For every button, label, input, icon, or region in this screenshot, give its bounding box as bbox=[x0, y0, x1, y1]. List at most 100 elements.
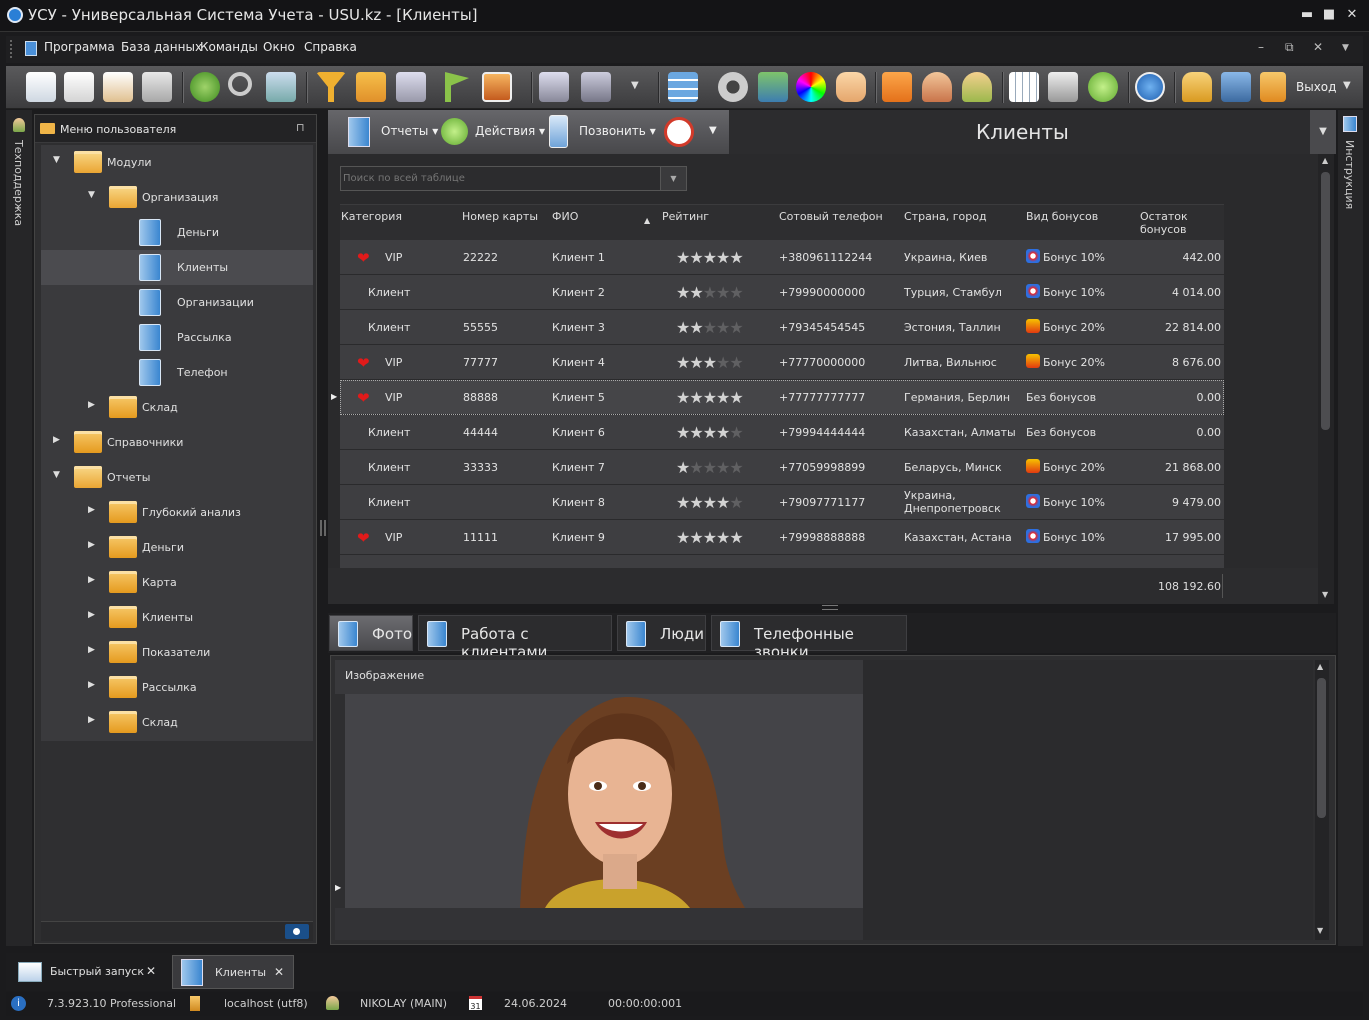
exit-icon[interactable] bbox=[1260, 72, 1286, 102]
info-icon[interactable] bbox=[1135, 72, 1165, 102]
copy-record-icon[interactable] bbox=[64, 72, 94, 102]
pin-icon[interactable]: ⊓ bbox=[296, 121, 305, 134]
table-row[interactable]: Клиент 44444 Клиент 6 ★★★★★ +79994444444 Каза… bbox=[340, 415, 1224, 450]
expand-arrow-icon[interactable]: ▶ bbox=[88, 610, 100, 620]
module-dropdown-icon[interactable]: ▼ bbox=[709, 125, 717, 136]
table-row[interactable]: ❤ VIP 77777 Клиент 4 ★★★★★ +77770000000 Литва,… bbox=[340, 345, 1224, 380]
tab-photo[interactable]: Фото bbox=[329, 615, 413, 651]
child-minimize-button[interactable]: – bbox=[1258, 40, 1264, 54]
tree-item[interactable]: ▼ Отчеты bbox=[41, 460, 313, 495]
toolbar-dropdown-icon[interactable]: ▼ bbox=[631, 80, 639, 91]
splitter-handle[interactable] bbox=[320, 520, 326, 536]
users-icon[interactable] bbox=[962, 72, 992, 102]
support-tab[interactable]: Техподдержка bbox=[12, 140, 25, 226]
edit-record-icon[interactable] bbox=[103, 72, 133, 102]
close-tab-icon[interactable]: ✕ bbox=[274, 965, 284, 979]
tree-item[interactable]: Рассылка bbox=[41, 320, 313, 355]
instruction-book-icon[interactable] bbox=[1343, 116, 1357, 132]
client-photo[interactable] bbox=[345, 694, 863, 908]
table-row[interactable]: Клиент 33333 Клиент 7 ★★★★★ +77059998899 Бела… bbox=[340, 450, 1224, 485]
plugin-icon[interactable] bbox=[1221, 72, 1251, 102]
col-rating[interactable]: Рейтинг bbox=[662, 210, 709, 223]
phone-icon[interactable] bbox=[549, 115, 568, 148]
tab-phone-calls[interactable]: Телефонные звонки bbox=[711, 615, 907, 661]
table-row[interactable]: ❤ VIP 22222 Клиент 1 ★★★★★ +380961112244 Украи… bbox=[340, 240, 1224, 275]
tree-item[interactable]: Организации bbox=[41, 285, 313, 320]
expand-arrow-icon[interactable]: ▶ bbox=[88, 680, 100, 690]
tree-item[interactable]: ▶ Справочники bbox=[41, 425, 313, 460]
calendar-grid-icon[interactable] bbox=[1009, 72, 1039, 102]
tree-item[interactable]: Телефон bbox=[41, 355, 313, 390]
expand-arrow-icon[interactable]: ▶ bbox=[88, 540, 100, 550]
table-row[interactable]: Клиент Клиент 2 ★★★★★ +79990000000 Турция, С… bbox=[340, 275, 1224, 310]
instruction-tab[interactable]: Инструкция bbox=[1343, 140, 1356, 209]
tab-quick-launch[interactable]: Быстрый запуск ✕ bbox=[12, 955, 166, 989]
table-row[interactable]: ❤ VIP 11111 Клиент 9 ★★★★★ +79998888888 Казахс… bbox=[340, 520, 1224, 555]
menu-window[interactable]: Окно bbox=[263, 40, 295, 54]
tab-client-work[interactable]: Работа с клиентами bbox=[418, 615, 612, 661]
call-button[interactable]: Позвонить ▾ bbox=[579, 124, 656, 138]
grid-layout-icon[interactable] bbox=[668, 72, 698, 102]
toolbar-overflow-icon[interactable]: ▼ bbox=[1343, 80, 1351, 91]
hand-icon[interactable] bbox=[836, 72, 866, 102]
tree-item[interactable]: ▶ Показатели bbox=[41, 635, 313, 670]
tree-item[interactable]: ▶ Деньги bbox=[41, 530, 313, 565]
collapse-arrow-icon[interactable]: ▼ bbox=[53, 155, 65, 165]
menu-database[interactable]: База данных bbox=[121, 40, 202, 54]
col-category[interactable]: Категория bbox=[341, 210, 402, 223]
photo-scrollbar[interactable]: ▲ ▼ bbox=[1315, 660, 1329, 940]
clock-icon[interactable] bbox=[664, 117, 694, 147]
color-wheel-icon[interactable] bbox=[796, 72, 826, 102]
tree-item[interactable]: ▼ Организация bbox=[41, 180, 313, 215]
table-row[interactable]: Клиент Клиент 8 ★★★★★ +79097771177 Украина, … bbox=[340, 485, 1224, 520]
tab-clients[interactable]: Клиенты ✕ bbox=[172, 955, 294, 989]
actions-arrow-icon[interactable] bbox=[441, 118, 468, 145]
table-row[interactable]: ❤ VIP 88888 Клиент 5 ★★★★★ +77777777777 Герман… bbox=[340, 380, 1224, 415]
map-icon[interactable] bbox=[758, 72, 788, 102]
actions-button[interactable]: Действия ▾ bbox=[475, 124, 545, 138]
child-restore-button[interactable]: ⧉ bbox=[1285, 40, 1294, 55]
print-icon[interactable] bbox=[1048, 72, 1078, 102]
support-user-icon[interactable] bbox=[13, 118, 25, 132]
close-tab-icon[interactable]: ✕ bbox=[146, 964, 156, 978]
child-close-button[interactable]: ✕ bbox=[1313, 40, 1323, 54]
maximize-button[interactable]: ■ bbox=[1320, 6, 1338, 24]
collapse-arrow-icon[interactable]: ▼ bbox=[53, 470, 65, 480]
scroll-thumb[interactable] bbox=[1321, 172, 1330, 430]
tree-item[interactable]: ▶ Рассылка bbox=[41, 670, 313, 705]
filter-by-value-icon[interactable] bbox=[356, 72, 386, 102]
gear-icon[interactable] bbox=[718, 72, 748, 102]
minimize-button[interactable]: ▬ bbox=[1298, 6, 1316, 24]
new-record-icon[interactable] bbox=[26, 72, 56, 102]
lock-icon[interactable] bbox=[1182, 72, 1212, 102]
flag-icon[interactable] bbox=[445, 72, 469, 102]
tree-item[interactable]: Деньги bbox=[41, 215, 313, 250]
forward-arrow-icon[interactable] bbox=[1088, 72, 1118, 102]
rss-icon[interactable] bbox=[882, 72, 912, 102]
tab-people[interactable]: Люди bbox=[617, 615, 706, 651]
delete-record-icon[interactable] bbox=[142, 72, 172, 102]
scroll-up-icon[interactable]: ▲ bbox=[1322, 156, 1328, 165]
tree-item[interactable]: ▶ Склад bbox=[41, 705, 313, 740]
horizontal-splitter[interactable] bbox=[822, 605, 838, 610]
expand-arrow-icon[interactable]: ▶ bbox=[53, 435, 65, 445]
tree-item[interactable]: ▶ Карта bbox=[41, 565, 313, 600]
reports-icon[interactable] bbox=[348, 117, 370, 147]
expand-arrow-icon[interactable]: ▶ bbox=[88, 715, 100, 725]
filter-icon[interactable] bbox=[316, 72, 346, 102]
expand-arrow-icon[interactable]: ▶ bbox=[88, 575, 100, 585]
col-card-number[interactable]: Номер карты bbox=[462, 210, 538, 223]
tree-item[interactable]: Клиенты bbox=[41, 250, 313, 285]
image-icon[interactable] bbox=[482, 72, 512, 102]
tree-item[interactable]: ▶ Склад bbox=[41, 390, 313, 425]
search-settings-icon[interactable] bbox=[266, 72, 296, 102]
col-mobile-phone[interactable]: Сотовый телефон bbox=[779, 210, 883, 223]
tree-view-icon[interactable] bbox=[581, 72, 611, 102]
menu-help[interactable]: Справка bbox=[304, 40, 357, 54]
col-country-city[interactable]: Страна, город bbox=[904, 210, 987, 223]
tree-item[interactable]: ▼ Модули bbox=[41, 145, 313, 180]
clear-filter-icon[interactable] bbox=[396, 72, 426, 102]
expand-arrow-icon[interactable]: ▶ bbox=[88, 400, 100, 410]
user-icon[interactable] bbox=[922, 72, 952, 102]
search-input[interactable] bbox=[343, 169, 659, 188]
